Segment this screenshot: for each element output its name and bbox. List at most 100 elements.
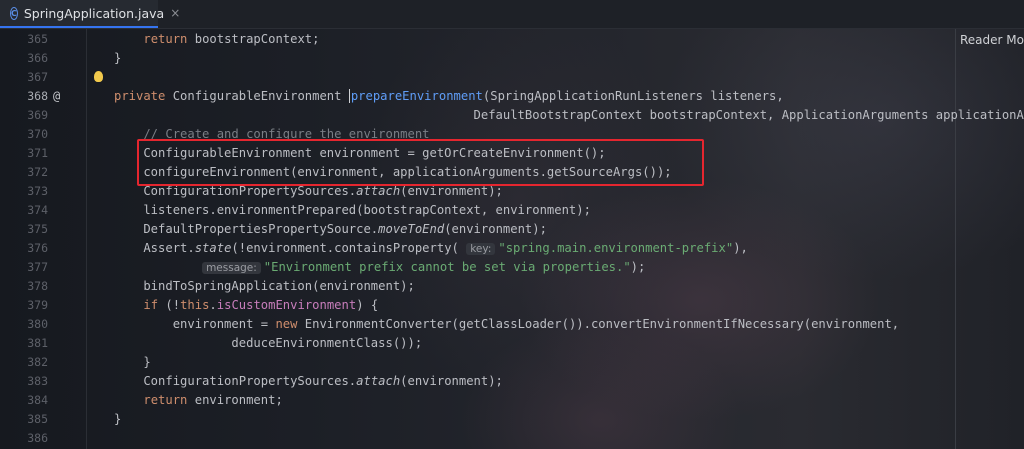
code-token: (SpringApplicationRunListeners listeners… (482, 89, 784, 103)
code-line[interactable]: 377 message: "Environment prefix cannot b… (0, 258, 1024, 277)
code-text: DefaultPropertiesPropertySource.moveToEn… (114, 220, 547, 239)
line-number[interactable]: 371 (0, 144, 48, 163)
code-text: Assert.state(!environment.containsProper… (114, 239, 748, 259)
code-token: EnvironmentConverter(getClassLoader()).c… (297, 317, 900, 331)
code-text: listeners.environmentPrepared(bootstrapC… (114, 201, 591, 220)
code-token: DefaultPropertiesPropertySource. (114, 222, 379, 236)
code-token: ConfigurationPropertySources. (114, 374, 357, 388)
code-line[interactable]: 367 (0, 68, 1024, 87)
code-token: state (194, 241, 232, 255)
line-number[interactable]: 375 (0, 220, 48, 239)
code-token: } (114, 412, 122, 426)
line-number[interactable]: 383 (0, 372, 48, 391)
code-text: deduceEnvironmentClass()); (114, 334, 422, 353)
code-line[interactable]: 382 } (0, 353, 1024, 372)
line-number[interactable]: 372 (0, 163, 48, 182)
code-token: . (209, 298, 217, 312)
code-text: private ConfigurableEnvironment prepareE… (114, 87, 784, 106)
parameter-hint: message: (202, 262, 261, 274)
line-number[interactable]: 366 (0, 49, 48, 68)
line-number[interactable]: 382 (0, 353, 48, 372)
code-token: bootstrapContext; (187, 32, 320, 46)
line-number[interactable]: 376 (0, 239, 48, 258)
code-token: DefaultBootstrapContext bootstrapContext… (114, 108, 1024, 122)
code-text: message: "Environment prefix cannot be se… (114, 258, 645, 278)
code-text: DefaultBootstrapContext bootstrapContext… (114, 106, 1024, 125)
code-line[interactable]: 384 return environment; (0, 391, 1024, 410)
tab-springapplication-java[interactable]: C SpringApplication.java × (0, 0, 180, 28)
code-token: (!environment.containsProperty( (231, 241, 467, 255)
code-text: } (114, 353, 150, 372)
code-text: } (114, 49, 121, 68)
code-token: ConfigurationPropertySources. (114, 184, 357, 198)
code-token: ); (630, 260, 646, 274)
override-marker-icon[interactable]: @ (53, 87, 60, 106)
code-token: ), (733, 241, 748, 255)
code-token: listeners.environmentPrepared(bootstrapC… (114, 203, 591, 217)
line-number[interactable]: 379 (0, 296, 48, 315)
line-number[interactable]: 378 (0, 277, 48, 296)
line-number[interactable]: 370 (0, 125, 48, 144)
code-line[interactable]: 369 DefaultBootstrapContext bootstrapCon… (0, 106, 1024, 125)
java-class-icon: C (10, 6, 18, 20)
code-line[interactable]: 385} (0, 410, 1024, 429)
line-number[interactable]: 368 (0, 87, 48, 106)
code-token: this (180, 298, 210, 312)
line-number[interactable]: 367 (0, 68, 48, 87)
code-line[interactable]: 380 environment = new EnvironmentConvert… (0, 315, 1024, 334)
code-line[interactable]: 379 if (!this.isCustomEnvironment) { (0, 296, 1024, 315)
code-token: (environment); (400, 374, 503, 388)
code-token: new (275, 317, 298, 331)
line-number[interactable]: 373 (0, 182, 48, 201)
code-line[interactable]: 386 (0, 429, 1024, 448)
line-number[interactable]: 374 (0, 201, 48, 220)
code-line[interactable]: 374 listeners.environmentPrepared(bootst… (0, 201, 1024, 220)
code-line[interactable]: 381 deduceEnvironmentClass()); (0, 334, 1024, 353)
code-line[interactable]: 365 return bootstrapContext; (0, 30, 1024, 49)
line-number[interactable]: 385 (0, 410, 48, 429)
code-token: attach (356, 374, 401, 388)
code-text: return bootstrapContext; (114, 30, 319, 49)
code-line[interactable]: 368 @ private ConfigurableEnvironment prep… (0, 87, 1024, 106)
highlight-annotation-box (137, 139, 704, 186)
code-line[interactable]: 383 ConfigurationPropertySources.attach(… (0, 372, 1024, 391)
code-token: "spring.main.environment-prefix" (498, 241, 734, 255)
line-number[interactable]: 377 (0, 258, 48, 277)
line-number[interactable]: 386 (0, 429, 48, 448)
line-number[interactable]: 381 (0, 334, 48, 353)
code-token: return (143, 393, 188, 407)
code-line[interactable]: 366} (0, 49, 1024, 68)
code-line[interactable]: 378 bindToSpringApplication(environment)… (0, 277, 1024, 296)
code-line[interactable]: 376 Assert.state(!environment.containsPr… (0, 239, 1024, 258)
parameter-hint: key: (466, 243, 496, 255)
code-token: } (114, 51, 122, 65)
code-text: ConfigurationPropertySources.attach(envi… (114, 372, 503, 391)
code-text: if (!this.isCustomEnvironment) { (114, 296, 378, 315)
code-text: return environment; (114, 391, 282, 410)
code-token: "Environment prefix cannot be set via pr… (263, 260, 631, 274)
line-number[interactable]: 384 (0, 391, 48, 410)
code-token: (environment); (444, 222, 547, 236)
line-number[interactable]: 380 (0, 315, 48, 334)
code-token: attach (356, 184, 401, 198)
close-icon[interactable]: × (170, 6, 180, 20)
code-token: bindToSpringApplication(environment); (114, 279, 415, 293)
code-token: deduceEnvironmentClass()); (114, 336, 423, 350)
code-editor[interactable]: 365 return bootstrapContext; 366} 367 368 @ p… (0, 29, 1024, 449)
line-number[interactable]: 369 (0, 106, 48, 125)
lightbulb-icon[interactable] (94, 71, 103, 82)
code-token: ) { (356, 298, 379, 312)
code-token: isCustomEnvironment (216, 298, 357, 312)
code-token: return (143, 32, 188, 46)
code-line[interactable]: 375 DefaultPropertiesPropertySource.move… (0, 220, 1024, 239)
code-token: (environment); (400, 184, 503, 198)
code-text: } (114, 410, 121, 429)
code-token: (! (158, 298, 181, 312)
code-token: ConfigurableEnvironment (165, 89, 349, 103)
line-number[interactable]: 365 (0, 30, 48, 49)
code-text: bindToSpringApplication(environment); (114, 277, 415, 296)
